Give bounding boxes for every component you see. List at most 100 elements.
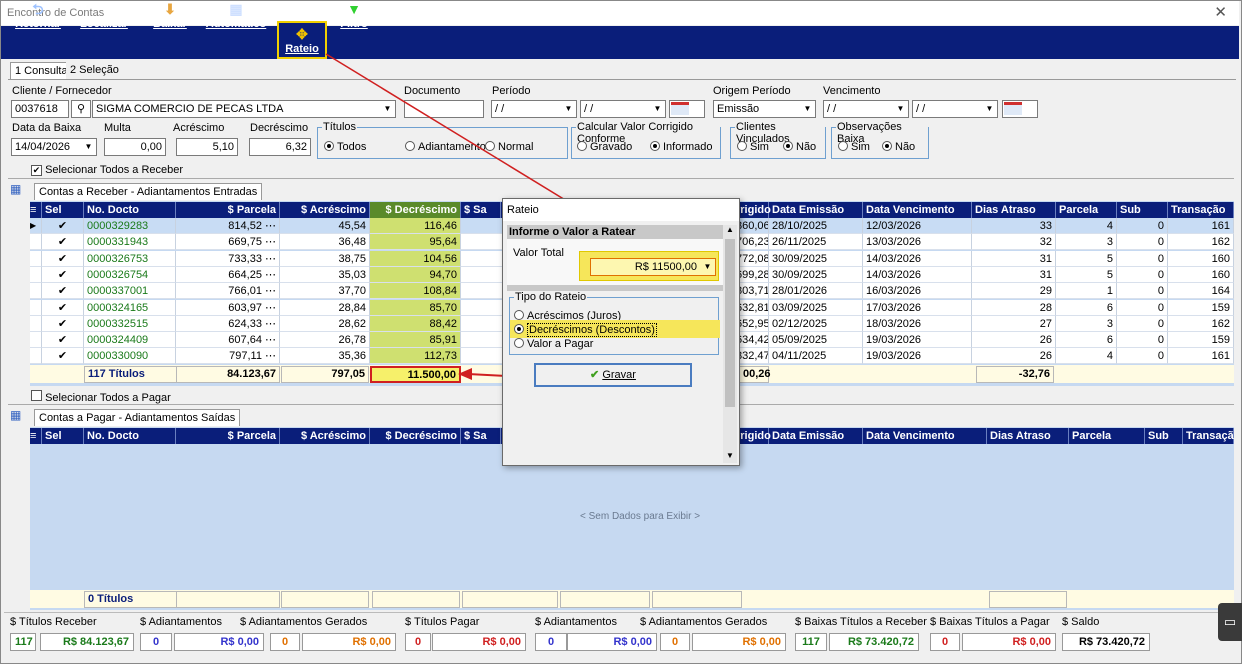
vencimento-calendar-button[interactable] [1002, 100, 1038, 118]
table-cell: 27 [972, 315, 1056, 332]
select-all-pagar[interactable]: Selecionar Todos a Pagar [31, 390, 171, 404]
col-data-vencimento[interactable]: Data Vencimento [863, 428, 987, 444]
automatico-button[interactable]: ▦ Automático [204, 0, 268, 33]
row-checkbox[interactable]: ✔ [42, 218, 84, 234]
periodo-calendar-button[interactable] [669, 100, 705, 118]
tab-consulta[interactable]: 1 Consulta [10, 62, 73, 79]
table-cell: 35,03 [280, 266, 370, 283]
summary-value: R$ 0,00 [567, 633, 657, 651]
row-checkbox[interactable]: ✔ [42, 315, 84, 332]
radio-gravado[interactable]: Gravado [577, 141, 632, 153]
cliente-code-input[interactable]: 0037618 [11, 100, 69, 118]
chevron-up-icon[interactable]: ▲ [724, 225, 736, 234]
periodo-to-input[interactable]: / / ▼ [580, 100, 666, 118]
valor-total-input[interactable]: R$ 11500,00 ▼ [590, 258, 716, 276]
summary-count: 0 [405, 633, 431, 651]
row-checkbox[interactable]: ✔ [42, 299, 84, 316]
filtro-button[interactable]: ▼ Filtro [338, 0, 370, 33]
vencimento-to-input[interactable]: / / ▼ [912, 100, 998, 118]
dialog-scrollbar[interactable]: ▲ ▼ [723, 225, 737, 463]
radio-normal[interactable]: Normal [485, 141, 533, 153]
col-data-vencimento[interactable]: Data Vencimento [863, 202, 972, 218]
tab-pagar[interactable]: Contas a Pagar - Adiantamentos Saídas [34, 409, 241, 426]
col-sel[interactable]: Sel [42, 428, 84, 444]
summary-label: $ Baixas Títulos a Pagar [930, 616, 1050, 628]
vencimento-from-input[interactable]: / / ▼ [823, 100, 909, 118]
col-decrescimo[interactable]: $ Decréscimo [370, 428, 461, 444]
table-cell: 814,52 ⋯ [176, 218, 280, 234]
row-checkbox[interactable]: ✔ [42, 266, 84, 283]
row-checkbox[interactable]: ✔ [42, 332, 84, 349]
col-sel[interactable]: Sel [42, 202, 84, 218]
baixar-button[interactable]: ⬇ Baixar [152, 0, 188, 33]
side-panel-toggle-icon[interactable]: ▭ [1218, 603, 1242, 641]
tab-receber[interactable]: Contas a Receber - Adiantamentos Entrada… [34, 183, 263, 200]
chevron-down-icon: ▼ [383, 104, 392, 113]
radio-valor-pagar[interactable]: Valor a Pagar [514, 338, 593, 350]
col-no-docto[interactable]: No. Docto [84, 202, 176, 218]
radio-todos[interactable]: Todos [324, 141, 366, 153]
data-baixa-input[interactable]: 14/04/2026 ▼ [11, 138, 97, 156]
radio-observacoes-nao[interactable]: Não [882, 141, 915, 153]
table-cell: 12/03/2026 [863, 218, 972, 234]
radio-observacoes-sim[interactable]: Sim [838, 141, 870, 153]
col-saldo[interactable]: $ Sa [461, 202, 501, 218]
col-parcela[interactable]: $ Parcela [176, 428, 280, 444]
rateio-button[interactable]: ✥ Rateio [277, 21, 327, 59]
row-checkbox[interactable]: ✔ [42, 250, 84, 267]
gravar-button[interactable]: ✔ Gravar [534, 363, 692, 387]
col-dias-atraso[interactable]: Dias Atraso [987, 428, 1069, 444]
col-parcela-num[interactable]: Parcela [1056, 202, 1117, 218]
col-dias-atraso[interactable]: Dias Atraso [972, 202, 1056, 218]
localizar-button[interactable]: ⚲ Localizar [80, 0, 128, 33]
summary-saldo: R$ 73.420,72 [1062, 633, 1150, 651]
row-checkbox[interactable]: ✔ [42, 348, 84, 365]
grid-icon[interactable]: ▦ [10, 408, 21, 422]
documento-input[interactable] [404, 100, 484, 118]
checkbox[interactable]: ✔ [31, 165, 42, 176]
col-no-docto[interactable]: No. Docto [84, 428, 176, 444]
select-all-receber[interactable]: ✔ Selecionar Todos a Receber [31, 164, 183, 176]
chevron-down-icon: ▼ [84, 142, 93, 151]
retornar-button[interactable]: ⮌ Retornar [12, 0, 64, 33]
table-cell: 5 [1056, 266, 1117, 283]
col-transacao[interactable]: Transação [1168, 202, 1234, 218]
acrescimo-input[interactable]: 5,10 [176, 138, 238, 156]
cliente-search-icon[interactable]: ⚲ [71, 100, 91, 118]
grid-icon[interactable]: ▦ [10, 182, 21, 196]
radio-vinculados-sim[interactable]: Sim [737, 141, 769, 153]
table-cell: 624,33 ⋯ [176, 315, 280, 332]
origem-periodo-select[interactable]: Emissão ▼ [713, 100, 816, 118]
chevron-down-icon[interactable]: ▼ [724, 451, 736, 460]
col-acrescimo[interactable]: $ Acréscimo [280, 428, 370, 444]
multa-input[interactable]: 0,00 [104, 138, 166, 156]
search-icon: ⚲ [99, 3, 109, 15]
col-decrescimo[interactable]: $ Decréscimo [370, 202, 461, 218]
col-transacao[interactable]: Transaçã [1183, 428, 1234, 444]
col-sub[interactable]: Sub [1117, 202, 1168, 218]
col-saldo[interactable]: $ Sa [461, 428, 501, 444]
decrescimo-input[interactable]: 6,32 [249, 138, 311, 156]
close-icon[interactable]: ✕ [1214, 3, 1227, 21]
row-checkbox[interactable]: ✔ [42, 234, 84, 251]
table-cell: 02/12/2025 [769, 315, 863, 332]
row-checkbox[interactable]: ✔ [42, 283, 84, 300]
col-parcela-num[interactable]: Parcela [1069, 428, 1145, 444]
radio-vinculados-nao[interactable]: Não [783, 141, 816, 153]
table-cell: 0000329283 [84, 218, 176, 234]
col-data-emissao[interactable]: Data Emissão [769, 202, 863, 218]
scroll-thumb[interactable] [725, 239, 735, 407]
checkbox[interactable] [31, 390, 42, 401]
rateio-dialog: Rateio Informe o Valor a Ratear Valor To… [502, 198, 740, 466]
tab-selecao[interactable]: 2 Seleção [66, 62, 123, 79]
radio-adiantamentos[interactable]: Adiantamentos [405, 141, 491, 153]
radio-informado[interactable]: Informado [650, 141, 713, 153]
radio-decrescimos[interactable]: Decréscimos (Descontos) [514, 323, 657, 337]
col-acrescimo[interactable]: $ Acréscimo [280, 202, 370, 218]
col-parcela[interactable]: $ Parcela [176, 202, 280, 218]
cliente-name-select[interactable]: SIGMA COMERCIO DE PECAS LTDA ▼ [92, 100, 396, 118]
row-indicator: ▶ [30, 218, 42, 234]
col-data-emissao[interactable]: Data Emissão [769, 428, 863, 444]
periodo-from-input[interactable]: / / ▼ [491, 100, 577, 118]
col-sub[interactable]: Sub [1145, 428, 1183, 444]
